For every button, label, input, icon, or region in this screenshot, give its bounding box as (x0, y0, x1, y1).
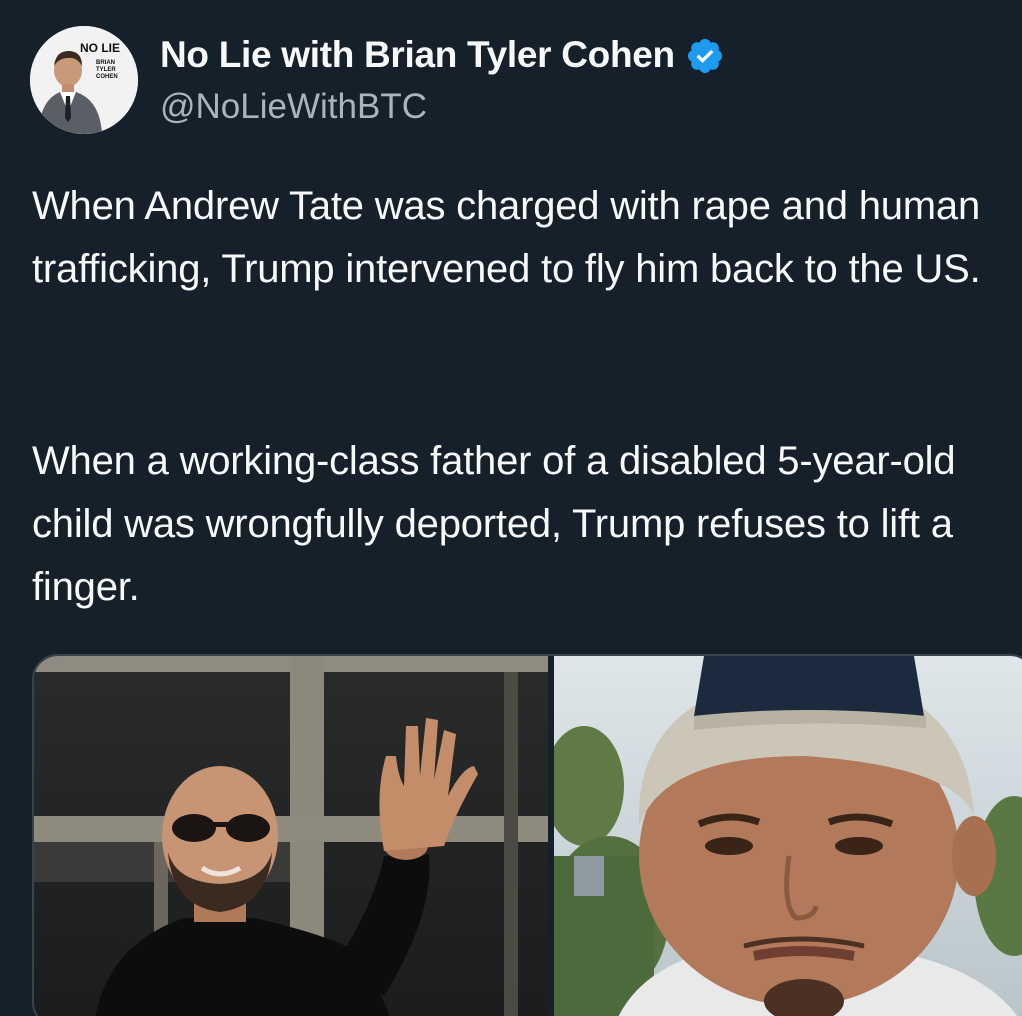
svg-text:BRIAN: BRIAN (96, 60, 115, 66)
avatar-image: NO LIE BRIAN TYLER COHEN (30, 26, 138, 134)
svg-text:TYLER: TYLER (96, 67, 116, 73)
tweet-card: NO LIE BRIAN TYLER COHEN No Lie with Bri… (0, 0, 1022, 1016)
verified-badge-icon (685, 36, 725, 76)
photo-man-backwards-cap[interactable] (554, 656, 1022, 1016)
author-avatar[interactable]: NO LIE BRIAN TYLER COHEN (30, 26, 138, 134)
tweet-media[interactable] (32, 654, 1022, 1016)
tweet-text-paragraph-2: When a working-class father of a disable… (32, 439, 956, 609)
svg-text:COHEN: COHEN (96, 74, 118, 80)
avatar-logo-text: NO LIE (80, 41, 120, 55)
author-handle[interactable]: @NoLieWithBTC (160, 87, 427, 127)
author-name-row[interactable]: No Lie with Brian Tyler Cohen (160, 34, 725, 76)
photo-man-waving[interactable] (34, 656, 548, 1016)
author-name[interactable]: No Lie with Brian Tyler Cohen (160, 34, 675, 76)
tweet-text-paragraph-1: When Andrew Tate was charged with rape a… (32, 184, 981, 291)
